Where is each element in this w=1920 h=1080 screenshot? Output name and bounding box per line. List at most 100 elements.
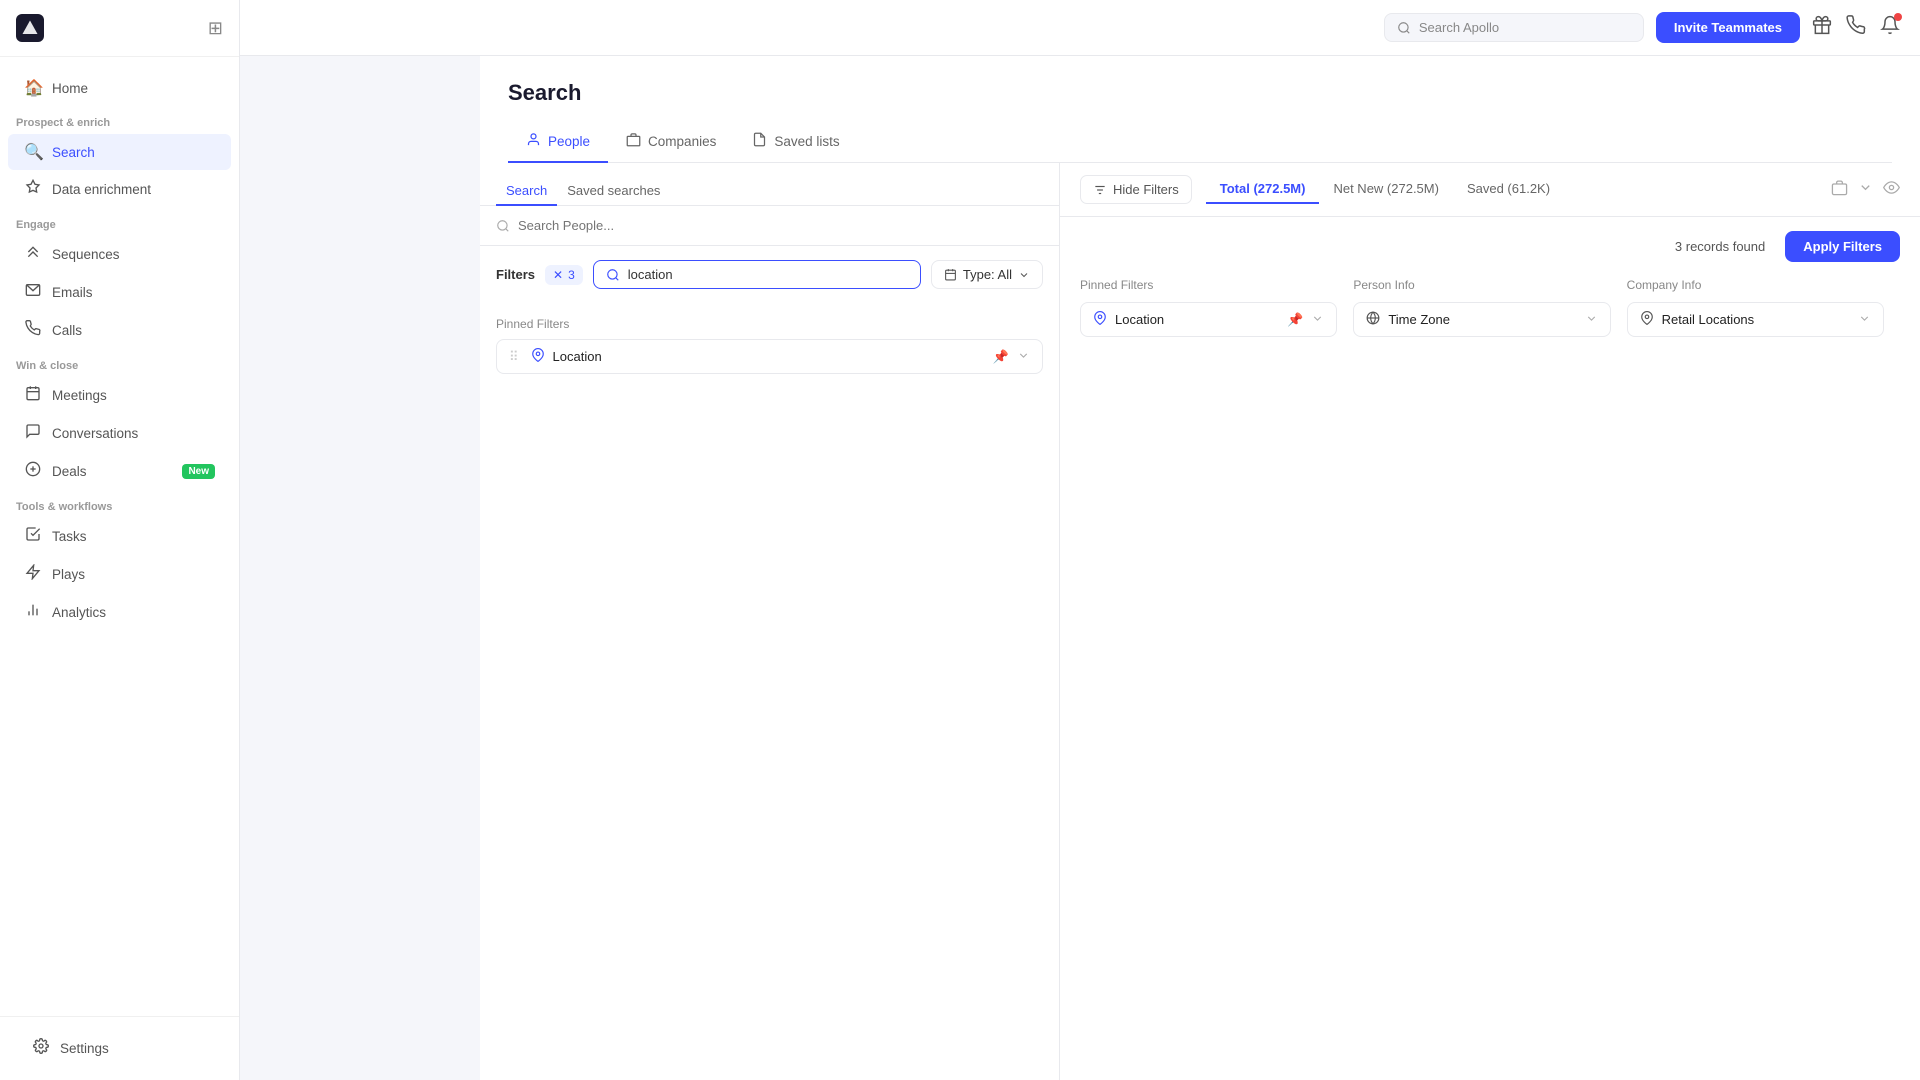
notification-icon[interactable] xyxy=(1880,15,1900,40)
results-tabs: Total (272.5M) Net New (272.5M) Saved (6… xyxy=(1206,175,1817,204)
sidebar-toggle-icon[interactable]: ⊞ xyxy=(208,18,223,39)
filter-count-badge[interactable]: ✕ 3 xyxy=(545,265,583,285)
sidebar-item-plays[interactable]: Plays xyxy=(8,556,231,593)
retail-locations-col-label: Retail Locations xyxy=(1662,312,1850,327)
phone-icon[interactable] xyxy=(1846,15,1866,40)
pinned-filters-col: Pinned Filters Location 📌 xyxy=(1080,278,1353,343)
topbar-icons xyxy=(1812,15,1900,40)
chevron-down-results-icon[interactable] xyxy=(1858,180,1873,200)
type-filter-dropdown[interactable]: Type: All xyxy=(931,260,1043,289)
sub-tab-search[interactable]: Search xyxy=(496,177,557,206)
page-tabs: People Companies Saved lists xyxy=(508,122,1892,163)
filter-columns: Pinned Filters Location 📌 Person Info xyxy=(1060,262,1920,359)
search-people-input[interactable] xyxy=(518,218,1043,233)
sidebar-item-calls[interactable]: Calls xyxy=(8,312,231,349)
sidebar-item-data-enrichment[interactable]: Data enrichment xyxy=(8,171,231,208)
sidebar-item-label: Analytics xyxy=(52,605,106,620)
location-filter-icon xyxy=(531,348,545,365)
sidebar-item-emails[interactable]: Emails xyxy=(8,274,231,311)
sidebar-item-meetings[interactable]: Meetings xyxy=(8,377,231,414)
retail-locations-col-item[interactable]: Retail Locations xyxy=(1627,302,1884,337)
meetings-icon xyxy=(24,385,42,406)
sidebar-item-conversations[interactable]: Conversations xyxy=(8,415,231,452)
results-icons xyxy=(1831,179,1900,201)
sidebar-item-search[interactable]: 🔍 Search xyxy=(8,134,231,170)
briefcase-icon[interactable] xyxy=(1831,179,1848,201)
filter-icon xyxy=(1093,183,1107,197)
sidebar-item-label: Tasks xyxy=(52,529,87,544)
sidebar-item-label: Emails xyxy=(52,285,93,300)
conversations-icon xyxy=(24,423,42,444)
companies-tab-icon xyxy=(626,132,641,151)
enrichment-icon xyxy=(24,179,42,200)
page-title: Search xyxy=(508,80,1892,106)
company-info-col: Company Info Retail Locations xyxy=(1627,278,1900,343)
company-info-col-title: Company Info xyxy=(1627,278,1884,292)
tasks-icon xyxy=(24,526,42,547)
filter-item-location[interactable]: ⠿ Location 📌 xyxy=(496,339,1043,374)
records-found-label: 3 records found xyxy=(1675,239,1765,254)
filter-sections: Pinned Filters ⠿ Location 📌 xyxy=(480,317,1059,396)
sidebar-item-label: Deals xyxy=(52,464,87,479)
sidebar-item-label: Calls xyxy=(52,323,82,338)
filter-search-input[interactable] xyxy=(628,267,908,282)
sidebar-item-settings[interactable]: Settings xyxy=(16,1030,223,1067)
timezone-col-item[interactable]: Time Zone xyxy=(1353,302,1610,337)
sidebar-item-analytics[interactable]: Analytics xyxy=(8,594,231,631)
location-col-label: Location xyxy=(1115,312,1275,327)
tab-saved-lists[interactable]: Saved lists xyxy=(734,122,857,163)
results-tab-saved[interactable]: Saved (61.2K) xyxy=(1453,175,1564,204)
filters-row: Filters ✕ 3 Type: All xyxy=(480,246,1059,303)
filter-search-icon xyxy=(606,268,620,282)
search-apollo-input[interactable]: Search Apollo xyxy=(1384,13,1644,42)
saved-lists-tab-icon xyxy=(752,132,767,151)
tab-saved-lists-label: Saved lists xyxy=(774,134,839,149)
search-apollo-label: Search Apollo xyxy=(1419,20,1499,35)
topbar: Search Apollo Invite Teammates xyxy=(240,0,1920,56)
pinned-filters-title: Pinned Filters xyxy=(496,317,1043,331)
sidebar-item-home[interactable]: 🏠 Home xyxy=(8,70,231,106)
type-filter-label: Type: All xyxy=(963,267,1012,282)
sidebar-nav: 🏠 Home Prospect & enrich 🔍 Search Data e… xyxy=(0,57,239,1016)
location-col-item[interactable]: Location 📌 xyxy=(1080,302,1337,337)
sidebar-item-tasks[interactable]: Tasks xyxy=(8,518,231,555)
tab-people[interactable]: People xyxy=(508,122,608,163)
pin-icon: 📌 xyxy=(993,349,1009,365)
tab-companies[interactable]: Companies xyxy=(608,122,734,163)
timezone-col-icon xyxy=(1366,311,1380,328)
person-info-col-title: Person Info xyxy=(1353,278,1610,292)
drag-handle-icon: ⠿ xyxy=(509,349,519,365)
settings-icon xyxy=(32,1038,50,1059)
retail-locations-col-icon xyxy=(1640,311,1654,328)
retail-locations-col-chevron xyxy=(1858,312,1871,328)
sequences-icon xyxy=(24,244,42,265)
filters-label: Filters xyxy=(496,267,535,282)
eye-icon[interactable] xyxy=(1883,179,1900,201)
sub-tabs: Search Saved searches xyxy=(480,163,1059,206)
pinned-filters-col-title: Pinned Filters xyxy=(1080,278,1337,292)
sub-tab-saved-searches[interactable]: Saved searches xyxy=(557,177,670,206)
invite-teammates-button[interactable]: Invite Teammates xyxy=(1656,12,1800,43)
pin-col-icon: 📌 xyxy=(1287,312,1303,328)
tab-companies-label: Companies xyxy=(648,134,716,149)
left-panel: Search Saved searches Filters ✕ 3 xyxy=(480,163,1060,1080)
logo-icon xyxy=(16,14,44,42)
filter-search-box[interactable] xyxy=(593,260,921,289)
search-people-area xyxy=(480,206,1059,246)
sidebar-item-deals[interactable]: Deals New xyxy=(8,453,231,490)
sidebar-item-sequences[interactable]: Sequences xyxy=(8,236,231,273)
nav-section-prospect: Prospect & enrich xyxy=(0,107,239,133)
chevron-down-icon xyxy=(1018,269,1030,281)
filter-count: 3 xyxy=(568,268,575,282)
tab-people-label: People xyxy=(548,134,590,149)
location-filter-label: Location xyxy=(553,349,981,364)
results-tab-total[interactable]: Total (272.5M) xyxy=(1206,175,1320,204)
sidebar-item-label: Conversations xyxy=(52,426,138,441)
hide-filters-button[interactable]: Hide Filters xyxy=(1080,175,1192,204)
deals-new-badge: New xyxy=(182,464,215,479)
content-area: Search Saved searches Filters ✕ 3 xyxy=(480,163,1920,1080)
apply-filters-button[interactable]: Apply Filters xyxy=(1785,231,1900,262)
gift-icon[interactable] xyxy=(1812,15,1832,40)
analytics-icon xyxy=(24,602,42,623)
results-tab-net-new[interactable]: Net New (272.5M) xyxy=(1319,175,1452,204)
